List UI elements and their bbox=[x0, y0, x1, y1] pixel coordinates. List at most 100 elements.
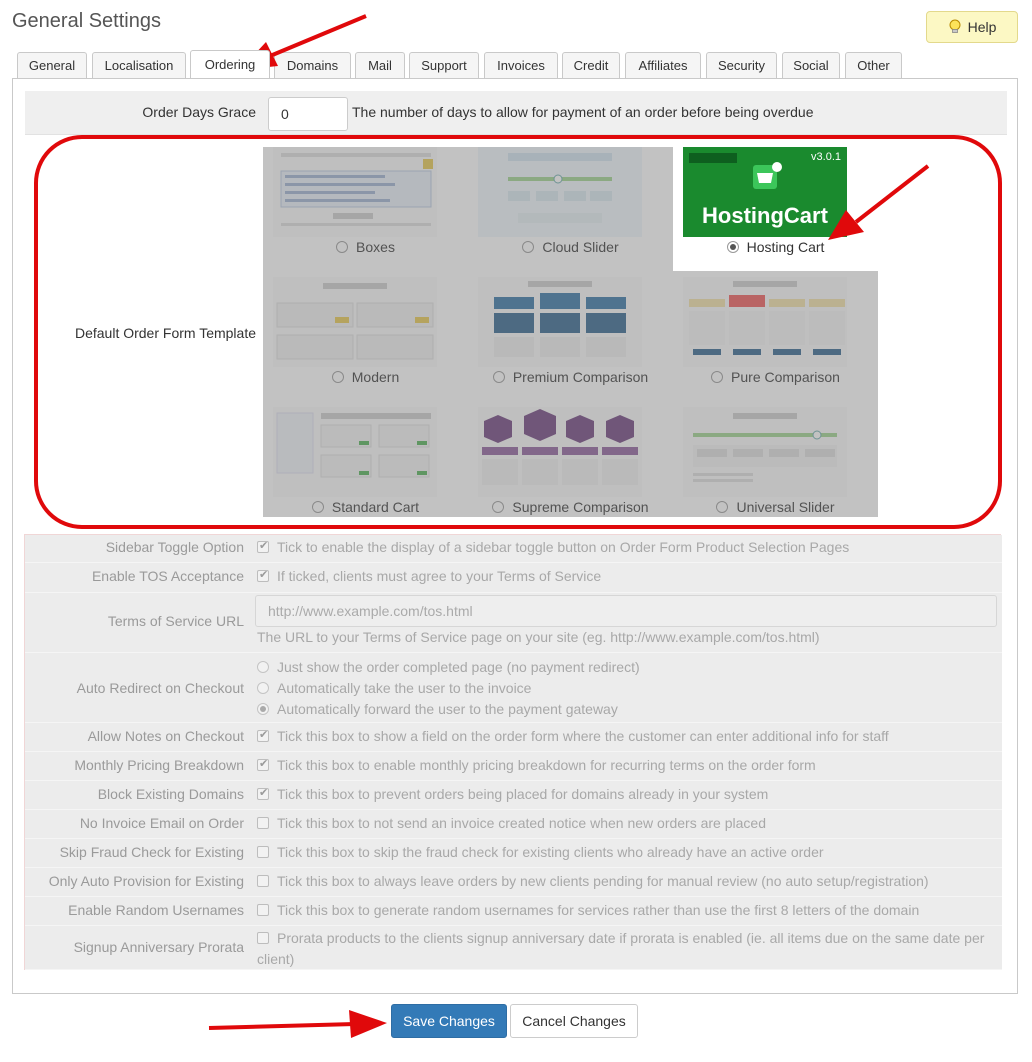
tab-ordering[interactable]: Ordering bbox=[190, 50, 270, 78]
setting-text: Tick this box to skip the fraud check fo… bbox=[277, 844, 824, 860]
tab-invoices[interactable]: Invoices bbox=[484, 52, 558, 78]
template-option-universal-slider[interactable]: Universal Slider bbox=[673, 407, 878, 531]
tos-url-help: The URL to your Terms of Service page on… bbox=[257, 629, 820, 645]
tab-credit[interactable]: Credit bbox=[562, 52, 620, 78]
setting-text: Tick this box to not send an invoice cre… bbox=[277, 815, 766, 831]
template-radio[interactable] bbox=[716, 501, 729, 513]
premium-comparison-preview bbox=[478, 277, 642, 367]
template-label-standard-cart: Standard Cart bbox=[331, 499, 420, 515]
setting-text: If ticked, clients must agree to your Te… bbox=[277, 568, 602, 584]
setting-text: Tick this box to enable monthly pricing … bbox=[277, 757, 816, 773]
setting-text: Tick this box to always leave orders by … bbox=[277, 873, 929, 889]
setting-text: Tick to enable the display of a sidebar … bbox=[277, 539, 850, 555]
template-label-universal-slider: Universal Slider bbox=[736, 499, 835, 515]
setting-row: Enable Random Usernames Tick this box to… bbox=[25, 897, 1002, 926]
hosting-cart-version: v3.0.1 bbox=[811, 151, 841, 163]
template-option-hosting-cart[interactable]: v3.0.1 HostingCart Hosting Cart bbox=[673, 147, 878, 271]
setting-text: Tick this box to generate random usernam… bbox=[277, 902, 920, 918]
tab-localisation[interactable]: Localisation bbox=[92, 52, 186, 78]
template-option-premium-comparison[interactable]: Premium Comparison bbox=[468, 277, 673, 401]
tab-security[interactable]: Security bbox=[706, 52, 777, 78]
setting-row: Signup Anniversary Prorata Prorata produ… bbox=[25, 926, 1002, 970]
setting-row: Monthly Pricing Breakdown Tick this box … bbox=[25, 752, 1002, 781]
order-days-grace-input[interactable]: 0 bbox=[268, 97, 348, 131]
setting-row: Auto Redirect on Checkout Just show the … bbox=[25, 653, 1002, 723]
setting-label: Enable Random Usernames bbox=[68, 902, 244, 918]
setting-row: Sidebar Toggle Option Tick to enable the… bbox=[25, 535, 1002, 563]
template-option-pure-comparison[interactable]: Pure Comparison bbox=[673, 277, 878, 401]
setting-label: Monthly Pricing Breakdown bbox=[74, 757, 244, 773]
tab-other[interactable]: Other bbox=[845, 52, 902, 78]
tos-url-input[interactable]: http://www.example.com/tos.html bbox=[255, 595, 997, 627]
template-option-standard-cart[interactable]: Standard Cart bbox=[263, 407, 468, 531]
setting-label: Allow Notes on Checkout bbox=[87, 728, 244, 744]
template-radio[interactable] bbox=[311, 501, 324, 513]
monthly-pricing-checkbox[interactable] bbox=[257, 757, 269, 771]
auto-provision-checkbox[interactable] bbox=[257, 875, 269, 887]
order-form-template-label: Default Order Form Template bbox=[74, 325, 256, 341]
cloud-slider-preview bbox=[478, 147, 642, 237]
block-domains-checkbox[interactable] bbox=[257, 786, 269, 800]
pure-comparison-preview bbox=[683, 277, 847, 367]
order-days-grace-help: The number of days to allow for payment … bbox=[352, 104, 814, 120]
auto-redirect-radio[interactable] bbox=[257, 703, 269, 715]
tab-mail[interactable]: Mail bbox=[355, 52, 405, 78]
tab-domains[interactable]: Domains bbox=[274, 52, 351, 78]
setting-text: Prorata products to the clients signup a… bbox=[257, 930, 985, 967]
notes-checkbox[interactable] bbox=[257, 728, 269, 742]
template-radio[interactable] bbox=[522, 241, 535, 253]
setting-row: No Invoice Email on Order Tick this box … bbox=[25, 810, 1002, 839]
template-radio[interactable] bbox=[492, 371, 505, 383]
template-option-boxes[interactable]: Boxes bbox=[263, 147, 468, 271]
skip-fraud-checkbox[interactable] bbox=[257, 846, 269, 858]
auto-redirect-radio[interactable] bbox=[257, 682, 269, 694]
signup-prorata-checkbox[interactable] bbox=[257, 932, 269, 944]
order-days-grace-label: Order Days Grace bbox=[142, 104, 256, 120]
template-label-supreme-comparison: Supreme Comparison bbox=[512, 499, 649, 515]
template-radio-selected[interactable] bbox=[726, 241, 739, 253]
annotation-arrow-save bbox=[208, 1010, 387, 1038]
radio-text: Just show the order completed page (no p… bbox=[277, 659, 640, 675]
save-changes-button[interactable]: Save Changes bbox=[391, 1004, 507, 1038]
sidebar-toggle-checkbox[interactable] bbox=[257, 539, 269, 553]
template-radio[interactable] bbox=[711, 371, 724, 383]
setting-row: Allow Notes on Checkout Tick this box to… bbox=[25, 723, 1002, 752]
order-form-template-row: Default Order Form Template Boxes Cloud … bbox=[25, 137, 1007, 529]
auto-redirect-radio[interactable] bbox=[257, 661, 269, 673]
template-label-boxes: Boxes bbox=[356, 239, 395, 255]
help-label: Help bbox=[967, 19, 997, 35]
template-label-pure-comparison: Pure Comparison bbox=[731, 369, 840, 385]
tab-general[interactable]: General bbox=[17, 52, 87, 78]
radio-text: Automatically forward the user to the pa… bbox=[277, 701, 618, 717]
setting-row: Enable TOS Acceptance If ticked, clients… bbox=[25, 563, 1002, 593]
setting-text: Tick this box to prevent orders being pl… bbox=[277, 786, 769, 802]
setting-row: Terms of Service URL http://www.example.… bbox=[25, 593, 1002, 653]
setting-label: Block Existing Domains bbox=[97, 786, 244, 802]
supreme-comparison-preview bbox=[478, 407, 642, 497]
template-radio[interactable] bbox=[336, 241, 349, 253]
hosting-cart-preview: v3.0.1 HostingCart bbox=[683, 147, 847, 237]
setting-label: Terms of Service URL bbox=[107, 613, 244, 629]
template-option-modern[interactable]: Modern bbox=[263, 277, 468, 401]
setting-label: Signup Anniversary Prorata bbox=[73, 939, 244, 955]
tab-social[interactable]: Social bbox=[782, 52, 840, 78]
help-button[interactable]: Help bbox=[926, 11, 1018, 43]
template-option-cloud-slider[interactable]: Cloud Slider bbox=[468, 147, 673, 271]
template-radio[interactable] bbox=[492, 501, 505, 513]
setting-label: Auto Redirect on Checkout bbox=[76, 680, 244, 696]
setting-row: Skip Fraud Check for Existing Tick this … bbox=[25, 839, 1002, 868]
tab-affiliates[interactable]: Affiliates bbox=[625, 52, 701, 78]
lightbulb-icon bbox=[949, 19, 961, 33]
template-radio[interactable] bbox=[331, 371, 344, 383]
tos-acceptance-checkbox[interactable] bbox=[257, 568, 269, 582]
page-title: General Settings bbox=[12, 10, 161, 32]
no-invoice-email-checkbox[interactable] bbox=[257, 817, 269, 829]
order-days-grace-row: Order Days Grace 0 The number of days to… bbox=[25, 91, 1007, 135]
random-usernames-checkbox[interactable] bbox=[257, 904, 269, 916]
tab-support[interactable]: Support bbox=[409, 52, 479, 78]
hosting-cart-brand: HostingCart bbox=[702, 203, 828, 228]
cancel-changes-button[interactable]: Cancel Changes bbox=[510, 1004, 638, 1038]
template-option-supreme-comparison[interactable]: Supreme Comparison bbox=[468, 407, 673, 531]
disabled-settings-block: Sidebar Toggle Option Tick to enable the… bbox=[24, 534, 1002, 970]
template-label-modern: Modern bbox=[351, 369, 400, 385]
